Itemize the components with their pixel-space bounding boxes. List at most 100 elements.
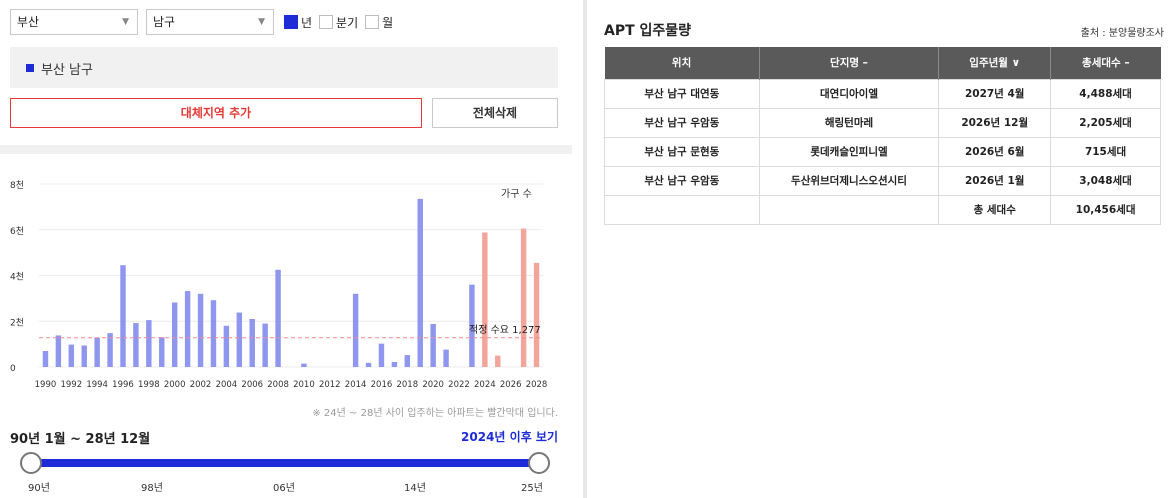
- city-select[interactable]: 부산 ▼: [10, 9, 138, 35]
- x-tick-label: 2020: [422, 380, 444, 390]
- x-tick-label: 1994: [86, 380, 108, 390]
- checkbox-year[interactable]: [284, 15, 298, 29]
- section-divider: [0, 145, 572, 154]
- checkbox-quarter[interactable]: [319, 15, 334, 29]
- table-row[interactable]: 부산 남구 우암동 해링턴마레 2026년 12월 2,205세대: [604, 107, 1161, 138]
- bar: [533, 262, 540, 367]
- checkbox-month[interactable]: [365, 15, 380, 29]
- bar: [520, 228, 527, 367]
- left-panel: 부산 ▼ 남구 ▼ 년 분기 월 부산 남구 대체지역 추가 전체삭제 0 2천 4…: [0, 0, 572, 498]
- bar: [171, 302, 178, 367]
- total-units-value: 10,456세대: [1050, 194, 1161, 225]
- x-tick-label: 2000: [164, 380, 186, 390]
- x-tick-label: 2016: [371, 380, 393, 390]
- cell-location: 부산 남구 대연동: [604, 78, 760, 109]
- bar: [365, 362, 372, 367]
- apt-supply-title: APT 입주물량: [604, 23, 692, 39]
- supply-bar-chart: 0 2천 4천 6천 8천적정 수요 1,277 가구 수 1990 1992 1994 1996…: [10, 180, 548, 390]
- x-tick-label: 2024: [474, 380, 496, 390]
- slider-tick-label: 06년: [273, 483, 295, 494]
- bar: [133, 323, 139, 367]
- bar: [55, 335, 62, 367]
- y-tick-label: 4천: [10, 272, 24, 283]
- bar: [68, 344, 75, 367]
- bar: [378, 343, 385, 367]
- bar: [301, 363, 307, 367]
- panel-divider: [583, 0, 587, 498]
- selected-region-label[interactable]: 부산 남구: [41, 59, 93, 78]
- slider-tick-label: 98년: [141, 483, 163, 494]
- column-header-complex[interactable]: 단지명 –: [759, 47, 940, 79]
- right-panel: APT 입주물량 출처 : 분양물량조사 위치 단지명 – 입주년월 ∨ 총세대…: [604, 0, 1164, 498]
- y-tick-label: 0: [10, 364, 16, 374]
- chevron-down-icon: ▼: [258, 17, 265, 27]
- cell-location: 부산 남구 우암동: [604, 107, 760, 138]
- range-slider-start-handle[interactable]: [20, 452, 42, 474]
- city-select-value: 부산: [17, 15, 40, 29]
- table-row[interactable]: 부산 남구 문현동 롯데캐슬인피니엘 2026년 6월 715세대: [604, 136, 1161, 167]
- column-header-location: 위치: [604, 47, 760, 79]
- x-tick-label: 2002: [190, 380, 212, 390]
- reference-line-label: 적정 수요 1,277: [469, 324, 541, 336]
- slider-tick-label: 90년: [28, 483, 50, 494]
- bar: [352, 293, 359, 367]
- bar: [42, 350, 49, 367]
- bar: [146, 320, 152, 367]
- bar: [430, 323, 436, 367]
- bar: [417, 198, 423, 367]
- view-after-2024-link[interactable]: 2024년 이후 보기: [461, 428, 558, 445]
- x-tick-label: 1992: [60, 380, 82, 390]
- x-tick-label: 2028: [526, 380, 548, 390]
- x-tick-label: 1990: [35, 380, 57, 390]
- period-option-quarter[interactable]: 분기: [319, 14, 358, 31]
- add-alternate-region-button[interactable]: 대체지역 추가: [10, 98, 422, 128]
- bar: [159, 337, 165, 367]
- y-tick-label: 8천: [10, 180, 24, 191]
- bar: [94, 337, 100, 367]
- slider-tick-label: 14년: [404, 483, 426, 494]
- x-tick-label: 1998: [138, 380, 160, 390]
- cell-total-units: 3,048세대: [1050, 165, 1161, 196]
- cell-complex: 대연디아이엘: [758, 78, 940, 109]
- bar: [495, 355, 501, 367]
- delete-all-button[interactable]: 전체삭제: [432, 98, 558, 128]
- bar: [262, 323, 268, 367]
- chevron-down-icon: ▼: [122, 17, 129, 27]
- district-select-value: 남구: [153, 15, 176, 29]
- cell-location: 부산 남구 우암동: [604, 165, 760, 196]
- range-slider-track[interactable]: [30, 459, 540, 467]
- x-tick-label: 2012: [319, 380, 341, 390]
- bar: [236, 312, 243, 367]
- cell-complex: 해링턴마레: [758, 107, 940, 138]
- x-tick-label: 2008: [267, 380, 289, 390]
- period-year-label: 년: [301, 15, 313, 30]
- bar: [184, 291, 191, 367]
- x-tick-label: 2010: [293, 380, 315, 390]
- bar: [81, 345, 87, 367]
- table-row[interactable]: 부산 남구 우암동 두산위브더제니스오션시티 2026년 1월 3,048세대: [604, 165, 1161, 196]
- bar: [210, 300, 217, 367]
- x-tick-label: 2014: [345, 380, 367, 390]
- selected-region-box: 부산 남구: [10, 47, 558, 88]
- bar: [223, 325, 230, 367]
- cell-complex: 롯데캐슬인피니엘: [758, 136, 940, 167]
- period-option-month[interactable]: 월: [365, 14, 393, 31]
- range-slider-end-handle[interactable]: [528, 452, 550, 474]
- bar: [482, 232, 488, 367]
- x-tick-label: 2006: [241, 380, 263, 390]
- y-tick-label: 6천: [10, 226, 24, 237]
- bar: [120, 265, 126, 367]
- district-select[interactable]: 남구 ▼: [146, 9, 274, 35]
- column-header-move-in-date[interactable]: 입주년월 ∨: [938, 47, 1052, 79]
- data-source-label: 출처 : 분양물량조사: [1080, 28, 1164, 39]
- period-option-year[interactable]: 년: [284, 14, 312, 31]
- x-tick-label: 2022: [448, 380, 470, 390]
- bar: [275, 269, 281, 367]
- table-row[interactable]: 부산 남구 대연동 대연디아이엘 2027년 4월 4,488세대: [604, 78, 1161, 109]
- cell-location: 부산 남구 문현동: [604, 136, 760, 167]
- legend-label: 가구 수: [501, 188, 532, 200]
- cell-move-in-date: 2026년 12월: [938, 107, 1052, 138]
- x-tick-label: 1996: [112, 380, 134, 390]
- region-color-swatch: [26, 64, 34, 72]
- column-header-total-units[interactable]: 총세대수 –: [1050, 47, 1161, 79]
